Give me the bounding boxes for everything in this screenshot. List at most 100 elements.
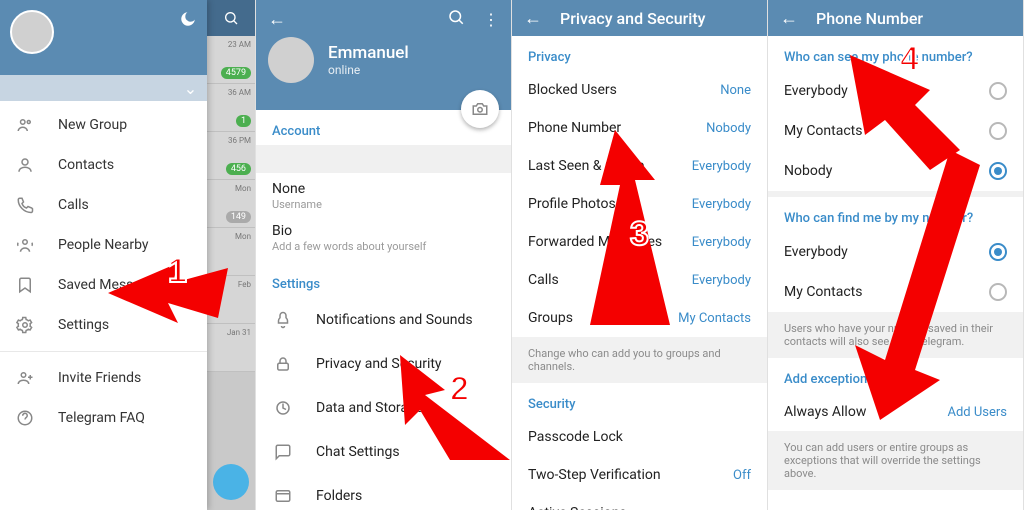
- chevron-down-icon: ⌄: [184, 79, 197, 98]
- step-2-arrow: 2: [390, 350, 530, 474]
- label: Blocked Users: [528, 82, 617, 98]
- value: Everybody: [692, 273, 751, 288]
- compose-fab[interactable]: [213, 464, 249, 500]
- back-icon[interactable]: ←: [268, 9, 286, 30]
- value: None: [720, 83, 751, 98]
- privacy-section-title: Privacy: [512, 36, 767, 71]
- row-icon: [272, 399, 294, 417]
- bookmark-icon: [14, 274, 36, 296]
- username-row[interactable]: None Username: [256, 179, 511, 221]
- chat-row[interactable]: 36 AM 1: [207, 84, 255, 132]
- unread-badge: 4579: [221, 67, 251, 79]
- menu-new-group[interactable]: New Group: [0, 105, 207, 145]
- menu-invite-friends[interactable]: Invite Friends: [0, 358, 207, 398]
- avatar[interactable]: [268, 37, 314, 83]
- value: Everybody: [692, 159, 751, 174]
- value: Everybody: [692, 235, 751, 250]
- unread-badge: 1: [236, 115, 251, 127]
- label: Calls: [58, 197, 89, 213]
- phone-header: ← Phone Number: [768, 0, 1023, 36]
- label: Active Sessions: [528, 505, 627, 510]
- settings-section-title: Settings: [256, 263, 511, 298]
- label: Chat Settings: [316, 444, 400, 460]
- label: Telegram FAQ: [58, 410, 145, 426]
- time: Feb: [238, 280, 251, 289]
- row-icon: [272, 443, 294, 461]
- chat-row[interactable]: 23 AM 4579: [207, 36, 255, 84]
- security-passcode-lock[interactable]: Passcode Lock: [512, 418, 767, 456]
- time: Mon: [235, 232, 251, 241]
- row-icon: [272, 487, 294, 505]
- people-icon: [14, 114, 36, 136]
- camera-icon: [471, 100, 489, 118]
- row-icon: [272, 355, 294, 373]
- settings-header: ← ⋮ Emmanuel online: [256, 0, 511, 110]
- label: Groups: [528, 310, 573, 326]
- back-icon[interactable]: ←: [780, 8, 798, 29]
- menu-faq[interactable]: Telegram FAQ: [0, 398, 207, 438]
- security-two-step-verification[interactable]: Two-Step Verification Off: [512, 456, 767, 494]
- time: 23 AM: [228, 40, 251, 49]
- panel-drawer: ⌄ New Group Contacts Calls People Nearby…: [0, 0, 256, 510]
- label: New Group: [58, 117, 127, 133]
- label: Passcode Lock: [528, 429, 623, 445]
- unread-badge: 456: [226, 163, 251, 175]
- value: Everybody: [692, 197, 751, 212]
- value: Off: [733, 468, 751, 483]
- search-strip[interactable]: [207, 0, 255, 36]
- moon-icon[interactable]: [179, 10, 197, 33]
- avatar[interactable]: [10, 10, 54, 54]
- profile-name: Emmanuel: [328, 43, 409, 63]
- label: People Nearby: [58, 237, 149, 253]
- help-icon: [14, 407, 36, 429]
- search-icon: [223, 10, 239, 26]
- time: 36 AM: [228, 88, 251, 97]
- page-title: Privacy and Security: [560, 9, 705, 28]
- step-1-arrow: 1: [108, 258, 228, 332]
- privacy-footer: Change who can add you to groups and cha…: [512, 337, 767, 383]
- privacy-blocked-users[interactable]: Blocked Users None: [512, 71, 767, 109]
- privacy-header: ← Privacy and Security: [512, 0, 767, 36]
- phone-number-redacted: [256, 145, 511, 173]
- drawer-header: [0, 0, 207, 75]
- person-icon: [14, 154, 36, 176]
- label: Settings: [58, 317, 109, 333]
- label: Folders: [316, 488, 362, 504]
- page-title: Phone Number: [816, 9, 923, 28]
- unread-badge: 149: [226, 211, 251, 223]
- bio-row[interactable]: Bio Add a few words about yourself: [256, 221, 511, 263]
- chat-row[interactable]: Mon 149: [207, 180, 255, 228]
- account-switcher[interactable]: ⌄: [0, 75, 207, 101]
- step-3-arrow: 3: [575, 130, 685, 334]
- label: Two-Step Verification: [528, 467, 661, 483]
- label: Nobody: [784, 163, 832, 179]
- phone-icon: [14, 194, 36, 216]
- more-icon[interactable]: ⋮: [483, 10, 499, 29]
- label: Notifications and Sounds: [316, 312, 473, 328]
- security-active-sessions[interactable]: Active Sessions: [512, 494, 767, 510]
- menu-contacts[interactable]: Contacts: [0, 145, 207, 185]
- menu-calls[interactable]: Calls: [0, 185, 207, 225]
- time: 36 PM: [228, 136, 251, 145]
- value: Nobody: [706, 121, 751, 136]
- security-section-title: Security: [512, 383, 767, 418]
- time: Mon: [235, 184, 251, 193]
- settings-folders[interactable]: Folders: [256, 474, 511, 510]
- label: Contacts: [58, 157, 114, 173]
- row-icon: [272, 311, 294, 329]
- label: Invite Friends: [58, 370, 141, 386]
- step-4-arrow: 4: [830, 50, 1010, 424]
- add-person-icon: [14, 367, 36, 389]
- nearby-icon: [14, 234, 36, 256]
- label: Calls: [528, 272, 559, 288]
- value: My Contacts: [678, 311, 751, 326]
- gear-icon: [14, 314, 36, 336]
- settings-notifications-and-sounds[interactable]: Notifications and Sounds: [256, 298, 511, 342]
- search-icon[interactable]: [447, 8, 465, 30]
- camera-fab[interactable]: [461, 90, 499, 128]
- note-exceptions: You can add users or entire groups as ex…: [768, 431, 1023, 490]
- profile-status: online: [328, 63, 409, 77]
- back-icon[interactable]: ←: [524, 8, 542, 29]
- chat-row[interactable]: 36 PM 456: [207, 132, 255, 180]
- time: Jan 31: [227, 328, 251, 337]
